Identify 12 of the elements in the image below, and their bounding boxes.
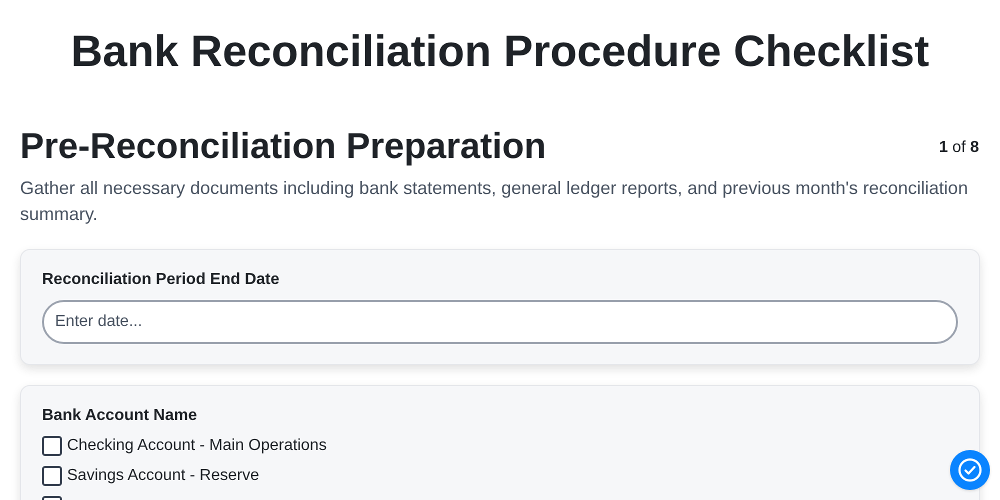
page-title: Bank Reconciliation Procedure Checklist [70, 26, 930, 78]
section-description: Gather all necessary documents including bank statements, general ledger reports, and previous month's reconciliation summary. [20, 177, 969, 226]
checkbox[interactable] [42, 436, 62, 456]
field-label: Reconciliation Period End Date [42, 270, 280, 290]
field-label: Bank Account Name [42, 406, 198, 426]
checkbox[interactable] [42, 466, 62, 486]
step-counter: 1 of 8 [938, 138, 979, 158]
check-circle-icon [957, 457, 983, 483]
option-label: Checking Account - Main Operations [67, 436, 327, 456]
input-field[interactable]: Enter date... [42, 300, 958, 344]
option-label: Savings Account - Reserve [67, 466, 260, 486]
section-heading: Pre-Reconciliation Preparation [20, 124, 546, 168]
